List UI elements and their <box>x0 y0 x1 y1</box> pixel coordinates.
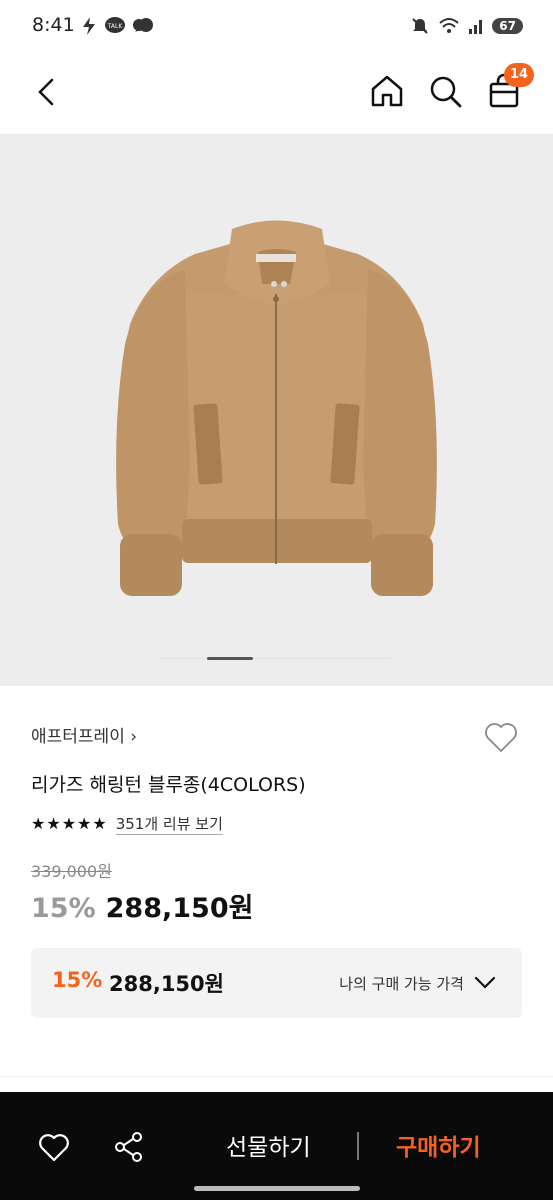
buy-button[interactable]: 구매하기 <box>396 1128 481 1162</box>
product-image-carousel[interactable] <box>0 134 553 686</box>
original-price: 339,000원 <box>31 862 112 881</box>
review-link[interactable]: 351개 리뷰 보기 <box>116 813 223 834</box>
bottom-action-bar: 선물하기 구매하기 <box>0 1092 553 1200</box>
status-bar: 8:41 TALK 67 <box>0 0 553 56</box>
rating-row: ★★★★★ 351개 리뷰 보기 <box>31 813 223 834</box>
heart-icon[interactable] <box>37 1130 71 1164</box>
my-discount-percent: 15% <box>52 968 103 992</box>
my-price: 288,150원 <box>109 972 224 996</box>
gesture-home-indicator[interactable] <box>194 1186 360 1191</box>
status-notification-icons: TALK <box>80 16 154 36</box>
button-separator <box>357 1132 359 1160</box>
search-icon[interactable] <box>426 72 464 110</box>
wifi-icon <box>439 18 459 33</box>
chat-bubble-icon <box>133 18 153 32</box>
status-time: 8:41 <box>32 14 75 36</box>
signal-icon <box>469 20 483 34</box>
brand-link[interactable]: 애프터프레이 › <box>31 722 137 747</box>
svg-text:TALK: TALK <box>107 23 124 30</box>
sale-price: 288,150원 <box>105 893 254 924</box>
wishlist-heart-icon[interactable] <box>482 718 520 756</box>
gift-button[interactable]: 선물하기 <box>226 1128 311 1162</box>
section-divider <box>0 1076 553 1077</box>
brand-name: 애프터프레이 <box>31 727 125 747</box>
status-system-icons: 67 <box>410 16 523 36</box>
my-price-label: 나의 구매 가능 가격 <box>339 975 464 993</box>
cart-count-badge: 14 <box>504 63 534 87</box>
chevron-down-icon <box>474 976 496 989</box>
carousel-track <box>160 658 390 659</box>
back-arrow-icon[interactable] <box>30 74 66 110</box>
home-icon[interactable] <box>368 72 406 110</box>
discount-row: 15% 288,150원 <box>31 886 253 925</box>
my-price-dropdown[interactable]: 15% 288,150원 나의 구매 가능 가격 <box>31 948 522 1018</box>
chevron-right-icon: › <box>130 727 138 747</box>
star-rating-icon: ★★★★★ <box>31 814 108 833</box>
discount-percent: 15% <box>31 893 96 924</box>
talk-icon: TALK <box>105 17 125 33</box>
battery-indicator: 67 <box>492 18 523 34</box>
product-title: 리가즈 해링턴 블루종(4COLORS) <box>31 774 306 796</box>
top-nav <box>0 56 553 132</box>
bolt-icon <box>83 17 95 35</box>
carousel-indicator <box>207 657 253 660</box>
mute-icon <box>412 18 429 34</box>
share-icon[interactable] <box>112 1130 146 1164</box>
jacket-image <box>116 220 437 596</box>
